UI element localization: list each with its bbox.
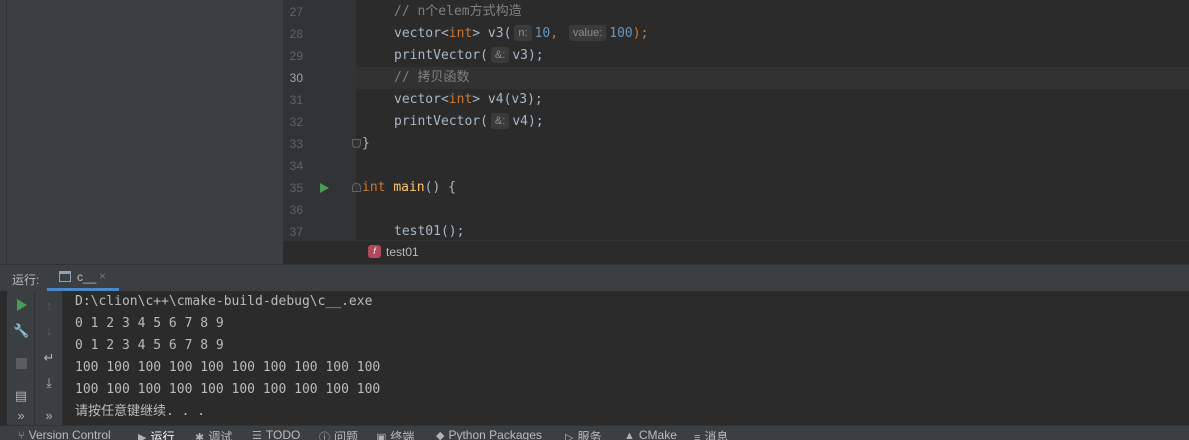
line-number: 36 xyxy=(289,203,303,217)
console-line: 100 100 100 100 100 100 100 100 100 100 xyxy=(75,360,381,375)
tool-todo[interactable]: ☰ TODO xyxy=(252,428,300,440)
branch-icon: ⑂ xyxy=(18,430,25,440)
line-number: 35 xyxy=(289,181,303,195)
tool-debug[interactable]: ✱ 调试 xyxy=(195,428,232,440)
param-hint: n: xyxy=(514,25,532,41)
code-line-32: printVector(&: v4); xyxy=(394,113,544,129)
param-hint: value: xyxy=(568,25,607,41)
line-number: 29 xyxy=(289,49,303,63)
run-icon: ▶ xyxy=(138,432,147,440)
code-line-33: } xyxy=(362,136,370,151)
list-icon: ☰ xyxy=(252,430,262,440)
tool-version-control[interactable]: ⑂ Version Control xyxy=(18,428,111,440)
line-number: 28 xyxy=(289,27,303,41)
rerun-icon[interactable] xyxy=(17,299,27,311)
arrow-down-icon[interactable]: ↓ xyxy=(41,323,57,339)
tool-messages[interactable]: ≡ 消息 xyxy=(694,428,728,440)
function-icon: f xyxy=(368,245,381,258)
scroll-to-end-icon[interactable]: ⤓ xyxy=(41,375,57,391)
run-toolbar-primary: 🔧 ▤ » xyxy=(7,291,35,425)
code-line-35: int main() { xyxy=(362,180,456,195)
console-output[interactable]: D:\clion\c++\cmake-build-debug\c__.exe 0… xyxy=(63,291,1189,425)
tool-terminal[interactable]: ▣ 终端 xyxy=(376,428,414,440)
problems-icon: ⓘ xyxy=(319,432,330,440)
tool-python-packages[interactable]: ◆ Python Packages xyxy=(436,428,542,440)
left-tool-strip xyxy=(0,0,7,264)
line-number: 27 xyxy=(289,5,303,19)
console-line: 0 1 2 3 4 5 6 7 8 9 xyxy=(75,316,224,331)
tool-cmake[interactable]: ▲ CMake xyxy=(624,428,677,440)
run-label: 运行: xyxy=(12,273,40,287)
terminal-icon: ▣ xyxy=(376,432,387,440)
tab-run-config[interactable]: c__ × xyxy=(47,265,119,291)
line-number-current: 30 xyxy=(289,71,303,85)
breadcrumb: f test01 xyxy=(283,240,1189,264)
code-line-28: vector<int> v3(n: 10, value: 100); xyxy=(394,25,649,41)
more-icon[interactable]: » xyxy=(13,408,29,424)
soft-wrap-icon[interactable]: ↵ xyxy=(41,350,57,366)
run-tool-window-header: 运行: c__ × xyxy=(0,264,1189,291)
code-line-30-current: // 拷贝函数 xyxy=(356,67,1189,89)
line-number: 32 xyxy=(289,115,303,129)
tool-run[interactable]: ▶ 运行 xyxy=(138,428,174,440)
tool-problems[interactable]: ⓘ 问题 xyxy=(319,428,358,440)
line-number: 33 xyxy=(289,137,303,151)
wrench-icon[interactable]: 🔧 xyxy=(13,323,29,339)
console-icon xyxy=(59,271,71,282)
run-toolbar-secondary: ↑ ↓ ↵ ⤓ » xyxy=(35,291,63,425)
stop-icon[interactable] xyxy=(16,358,27,369)
arrow-up-icon[interactable]: ↑ xyxy=(41,298,57,314)
run-gutter-icon[interactable] xyxy=(320,183,329,193)
console-line: 请按任意键继续. . . xyxy=(75,404,206,419)
line-number: 31 xyxy=(289,93,303,107)
close-icon[interactable]: × xyxy=(99,269,106,283)
tool-services[interactable]: ▷ 服务 xyxy=(565,428,601,440)
param-hint: &: xyxy=(490,113,510,129)
cmake-icon: ▲ xyxy=(624,430,635,440)
code-line-29: printVector(&: v3); xyxy=(394,47,544,63)
line-number: 34 xyxy=(289,159,303,173)
packages-icon: ◆ xyxy=(436,430,445,440)
layout-icon[interactable]: ▤ xyxy=(13,388,29,404)
tab-label: c__ xyxy=(77,270,97,284)
param-hint: &: xyxy=(490,47,510,63)
code-line-31: vector<int> v4(v3); xyxy=(394,92,543,107)
services-icon: ▷ xyxy=(565,432,574,440)
console-line: 100 100 100 100 100 100 100 100 100 100 xyxy=(75,382,381,397)
console-line: 0 1 2 3 4 5 6 7 8 9 xyxy=(75,338,224,353)
breadcrumb-item[interactable]: test01 xyxy=(386,245,419,259)
console-line: D:\clion\c++\cmake-build-debug\c__.exe xyxy=(75,294,373,309)
debug-icon: ✱ xyxy=(195,432,205,440)
more-icon[interactable]: » xyxy=(41,408,57,424)
code-line-27: // n个elem方式构造 xyxy=(394,4,522,19)
project-panel xyxy=(7,0,283,264)
messages-icon: ≡ xyxy=(694,432,701,440)
tool-window-bar: ⑂ Version Control ▶ 运行 ✱ 调试 ☰ TODO ⓘ 问题 ▣ 终端 ◆… xyxy=(0,425,1189,440)
